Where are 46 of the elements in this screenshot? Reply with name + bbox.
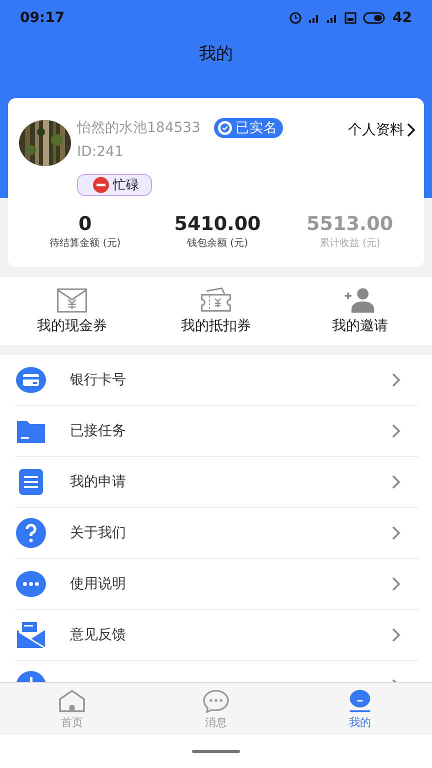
- stat-value: 5410.00: [174, 213, 261, 235]
- stat-label: 累计收益 (元): [319, 236, 380, 250]
- chevron-icon: [406, 123, 416, 137]
- chevron-icon: [391, 475, 401, 489]
- question-icon: [15, 517, 47, 549]
- home-indicator: [192, 750, 240, 753]
- chat-icon: [202, 688, 230, 712]
- menu-item[interactable]: 意见反馈: [70, 626, 126, 644]
- user-name: 怡然的水池184533: [77, 119, 200, 137]
- mail-icon: [15, 619, 47, 651]
- menu-item[interactable]: 关于我们: [70, 524, 126, 542]
- envelope-icon: [55, 287, 89, 314]
- status-time: 09:17: [20, 10, 65, 26]
- battery-icon: [362, 11, 387, 25]
- alarm-icon: [288, 11, 302, 25]
- ticket-icon: [199, 287, 233, 314]
- chevron-icon: [391, 577, 401, 591]
- menu-item[interactable]: 已接任务: [70, 422, 126, 440]
- menu-item[interactable]: 银行卡号: [70, 371, 126, 389]
- verified-badge: 已实名: [214, 118, 284, 138]
- home-icon: [58, 688, 86, 712]
- chevron-icon: [391, 424, 401, 438]
- add-user-icon: [343, 287, 377, 314]
- user-id: ID:241: [77, 144, 124, 160]
- tab-item[interactable]: 我的: [288, 683, 432, 735]
- do-not-disturb-icon: [93, 177, 109, 193]
- hd-icon: [344, 11, 357, 25]
- status-tag[interactable]: 忙碌: [77, 174, 152, 196]
- stat-value: 0: [78, 213, 92, 235]
- shortcut-label[interactable]: 我的邀请: [332, 317, 388, 335]
- card-icon: [15, 364, 47, 396]
- shortcut-label[interactable]: 我的现金券: [37, 317, 107, 335]
- more-icon: [15, 568, 47, 600]
- stat-label: 待结算金额 (元): [50, 236, 121, 250]
- stat-value: 5513.00: [306, 213, 394, 235]
- page-title: 我的: [198, 43, 234, 65]
- shield-check-icon: [217, 120, 234, 136]
- menu-item[interactable]: 使用说明: [70, 575, 126, 593]
- chevron-icon: [391, 628, 401, 642]
- chevron-icon: [391, 373, 401, 387]
- chevron-icon: [391, 526, 401, 540]
- stat-label: 钱包余额 (元): [187, 236, 248, 250]
- menu-item[interactable]: 我的申请: [70, 473, 126, 491]
- battery-level: 42: [392, 10, 412, 26]
- shortcut-label[interactable]: 我的抵扣券: [181, 317, 251, 335]
- profile-link[interactable]: 个人资料: [348, 121, 416, 139]
